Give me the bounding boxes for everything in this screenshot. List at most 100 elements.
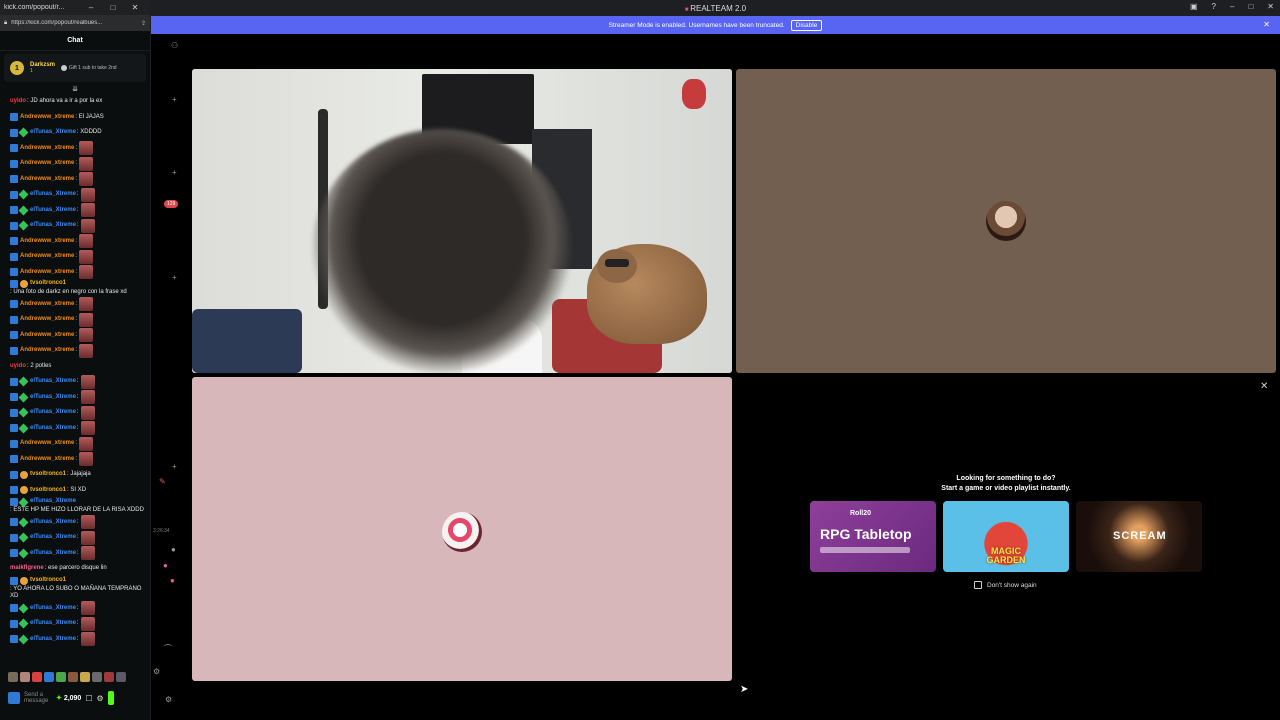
gift-sub-prompt[interactable]: Gift 1 sub to take 2nd bbox=[61, 65, 117, 71]
emote-icon[interactable] bbox=[68, 672, 78, 682]
emote-icon[interactable] bbox=[32, 672, 42, 682]
emote-icon[interactable] bbox=[92, 672, 102, 682]
pinned-gift-leader[interactable]: 1 Darkzsm 1 Gift 1 sub to take 2nd bbox=[4, 54, 146, 82]
close-icon[interactable]: ✕ bbox=[1260, 381, 1268, 392]
chat-username[interactable]: elTunas_Xtreme bbox=[30, 191, 76, 199]
emote-icon[interactable] bbox=[56, 672, 66, 682]
activity-card-scream[interactable]: SCREAM bbox=[1076, 501, 1202, 572]
webcam-tile[interactable] bbox=[192, 69, 732, 373]
kick-badge-icon bbox=[10, 424, 18, 433]
chat-username[interactable]: elTunas_Xtreme bbox=[30, 550, 76, 558]
settings-icon[interactable]: ⚙ bbox=[153, 667, 160, 676]
chat-message-input[interactable]: Send a message bbox=[24, 692, 52, 704]
chat-username[interactable]: uyido bbox=[10, 363, 26, 371]
emote-icon[interactable] bbox=[80, 672, 90, 682]
chat-username[interactable]: Andrewww_xtreme bbox=[20, 269, 74, 277]
headphones-icon[interactable]: ⌒ bbox=[164, 643, 172, 654]
chat-username[interactable]: elTunas_Xtreme bbox=[30, 409, 76, 417]
activity-card-magic-garden[interactable]: MAGIC GARDEN bbox=[943, 501, 1069, 572]
chat-username[interactable]: elTunas_Xtreme bbox=[30, 207, 76, 215]
mouse-cursor-icon: ➤ bbox=[740, 684, 749, 695]
chat-username[interactable]: Andrewww_xtreme bbox=[20, 253, 74, 261]
chat-message: Andrewww_xtreme: bbox=[10, 141, 147, 157]
chat-text: : bbox=[75, 144, 78, 151]
chat-username[interactable]: elTunas_Xtreme bbox=[30, 519, 76, 527]
camera-icon[interactable]: ● bbox=[163, 561, 168, 570]
minimize-icon[interactable]: – bbox=[1230, 2, 1234, 11]
chat-username[interactable]: Andrewww_xtreme bbox=[20, 160, 74, 168]
invite-icon[interactable]: ⚇ bbox=[171, 41, 178, 50]
chat-text: : SI XD bbox=[67, 486, 87, 493]
channel-points[interactable]: 2,090 bbox=[56, 694, 82, 702]
chat-username[interactable]: Andrewww_xtreme bbox=[20, 301, 74, 309]
chat-username[interactable]: Andrewww_xtreme bbox=[20, 145, 74, 153]
maximize-icon[interactable]: □ bbox=[1248, 2, 1253, 11]
chat-username[interactable]: elTunas_Xtreme bbox=[30, 636, 76, 644]
gear-icon[interactable]: ⚙ bbox=[165, 695, 172, 704]
chat-username[interactable]: maikflgrene bbox=[10, 565, 44, 573]
close-icon[interactable]: ✕ bbox=[1263, 20, 1270, 29]
emote-image bbox=[79, 297, 94, 312]
help-icon[interactable]: ? bbox=[1212, 2, 1216, 11]
plus-icon[interactable]: + bbox=[172, 95, 177, 104]
kick-badge-icon bbox=[10, 635, 18, 644]
chat-username[interactable]: elTunas_Xtreme bbox=[30, 222, 76, 230]
chat-username[interactable]: tvsoltronco1 bbox=[30, 487, 66, 495]
pencil-icon[interactable]: ✎ bbox=[159, 477, 166, 486]
chat-username[interactable]: Andrewww_xtreme bbox=[20, 347, 74, 355]
maximize-icon[interactable]: □ bbox=[102, 3, 124, 12]
chat-username[interactable]: Andrewww_xtreme bbox=[20, 238, 74, 246]
plus-icon[interactable]: + bbox=[172, 168, 177, 177]
share-icon[interactable]: ⇪ bbox=[141, 20, 146, 27]
emoji-icon[interactable]: ☐ bbox=[85, 694, 92, 703]
chat-username[interactable]: Andrewww_xtreme bbox=[20, 456, 74, 464]
minimize-icon[interactable]: – bbox=[80, 3, 102, 12]
chat-username[interactable]: Andrewww_xtreme bbox=[20, 316, 74, 324]
chat-username[interactable]: uyido bbox=[10, 98, 26, 106]
dont-show-again-checkbox[interactable]: Don't show again bbox=[974, 581, 1037, 589]
emote-icon[interactable] bbox=[8, 672, 18, 682]
chat-username[interactable]: elTunas_Xtreme bbox=[30, 425, 76, 433]
chat-username[interactable]: Andrewww_xtreme bbox=[20, 440, 74, 448]
chat-username[interactable]: elTunas_Xtreme bbox=[30, 378, 76, 386]
screen-share-icon[interactable]: ● bbox=[170, 576, 175, 585]
chat-username[interactable]: tvsoltronco1 bbox=[30, 280, 66, 288]
chat-username[interactable]: elTunas_Xtreme bbox=[30, 129, 76, 137]
activity-subheading: Start a game or video playlist instantly… bbox=[941, 484, 1071, 492]
chat-message: elTunas_Xtreme: bbox=[10, 390, 147, 406]
chat-username[interactable]: Andrewww_xtreme bbox=[20, 332, 74, 340]
emote-icon[interactable] bbox=[104, 672, 114, 682]
close-icon[interactable]: ✕ bbox=[1267, 2, 1274, 11]
chat-username[interactable]: elTunas_Xtreme bbox=[30, 620, 76, 628]
chat-username[interactable]: elTunas_Xtreme bbox=[30, 394, 76, 402]
chat-username[interactable]: Andrewww_xtreme bbox=[20, 114, 74, 122]
disable-button[interactable]: Disable bbox=[790, 19, 823, 31]
plus-icon[interactable]: + bbox=[172, 273, 177, 282]
inbox-icon[interactable]: ▣ bbox=[1190, 2, 1198, 11]
address-bar[interactable]: 🔒︎ https://kick.com/popout/realbues... ⇪ bbox=[0, 15, 150, 31]
plus-icon[interactable]: + bbox=[172, 462, 177, 471]
gear-icon[interactable]: ⚙ bbox=[97, 694, 104, 703]
send-button[interactable] bbox=[107, 691, 114, 705]
chat-message: Andrewww_xtreme: bbox=[10, 452, 147, 468]
activity-card-rpg-tabletop[interactable]: Roll20 RPG Tabletop bbox=[810, 501, 936, 572]
chat-text: : bbox=[75, 331, 78, 338]
chat-text: : bbox=[76, 378, 79, 384]
participant-tile[interactable] bbox=[192, 377, 732, 681]
gem-badge-icon bbox=[18, 189, 29, 200]
chat-username[interactable]: elTunas_Xtreme bbox=[30, 534, 76, 542]
emote-icon[interactable] bbox=[116, 672, 126, 682]
kick-badge-icon bbox=[10, 221, 18, 230]
chat-username[interactable]: elTunas_Xtreme bbox=[30, 498, 76, 506]
gem-badge-icon bbox=[18, 392, 29, 403]
close-icon[interactable]: ✕ bbox=[124, 3, 146, 12]
participant-tile[interactable] bbox=[736, 69, 1276, 373]
checkbox-icon[interactable] bbox=[974, 581, 982, 589]
chat-username[interactable]: tvsoltronco1 bbox=[30, 471, 66, 479]
chat-username[interactable]: Andrewww_xtreme bbox=[20, 176, 74, 184]
emote-icon[interactable] bbox=[20, 672, 30, 682]
kick-badge-icon bbox=[10, 549, 18, 558]
emote-icon[interactable] bbox=[44, 672, 54, 682]
chat-username[interactable]: elTunas_Xtreme bbox=[30, 605, 76, 613]
chat-username[interactable]: tvsoltronco1 bbox=[30, 577, 66, 585]
